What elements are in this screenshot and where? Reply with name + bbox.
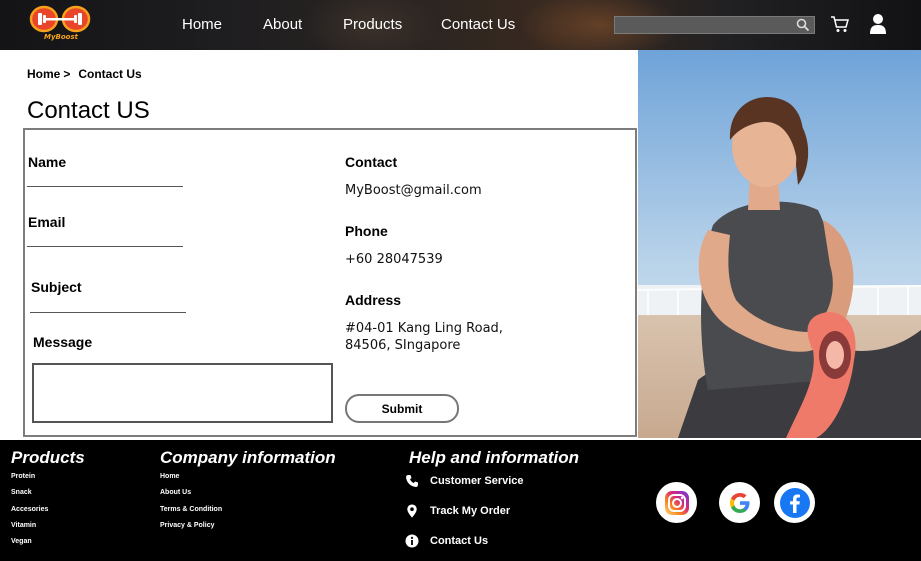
footer-link-vitamin[interactable]: Vitamin bbox=[11, 522, 36, 529]
footer-link-protein[interactable]: Protein bbox=[11, 473, 35, 480]
help-label: Customer Service bbox=[430, 475, 524, 487]
address-line-1: #04-01 Kang Ling Road, bbox=[345, 321, 503, 336]
email-label: Email bbox=[28, 214, 66, 230]
cart-icon[interactable] bbox=[830, 14, 850, 34]
instagram-icon[interactable] bbox=[656, 482, 697, 523]
footer-link-terms[interactable]: Terms & Condition bbox=[160, 506, 222, 513]
breadcrumb: Home > Contact Us bbox=[27, 67, 142, 81]
instagram-glyph bbox=[664, 490, 689, 515]
hero-photo-woman-stretching bbox=[638, 50, 921, 438]
search-icon[interactable] bbox=[796, 18, 810, 32]
breadcrumb-separator: > bbox=[63, 67, 71, 81]
message-textarea[interactable] bbox=[32, 363, 333, 423]
footer-link-privacy[interactable]: Privacy & Policy bbox=[160, 522, 214, 529]
info-icon bbox=[405, 534, 419, 548]
nav-about[interactable]: About bbox=[263, 16, 302, 33]
dumbbell-logo-icon bbox=[29, 5, 91, 33]
user-icon[interactable] bbox=[869, 13, 887, 35]
search-input[interactable] bbox=[614, 16, 815, 34]
footer-link-snack[interactable]: Snack bbox=[11, 489, 32, 496]
subject-label: Subject bbox=[31, 279, 82, 295]
address-label: Address bbox=[345, 292, 402, 308]
site-footer: Products Protein Snack Accesories Vitami… bbox=[0, 440, 921, 561]
footer-products-heading: Products bbox=[11, 448, 85, 467]
footer-link-accesories[interactable]: Accesories bbox=[11, 506, 48, 513]
page-title: Contact US bbox=[27, 97, 150, 124]
location-pin-icon bbox=[407, 504, 417, 518]
facebook-icon[interactable] bbox=[774, 482, 815, 523]
contact-email: MyBoost@gmail.com bbox=[345, 183, 482, 198]
nav-products[interactable]: Products bbox=[343, 16, 402, 33]
address-line-2: 84506, SIngapore bbox=[345, 338, 461, 353]
contact-label: Contact bbox=[345, 154, 398, 170]
phone-icon bbox=[406, 475, 418, 487]
help-item-track-order[interactable]: Track My Order bbox=[405, 504, 545, 520]
email-field[interactable] bbox=[27, 246, 183, 247]
phone-label: Phone bbox=[345, 223, 388, 239]
footer-help-heading: Help and information bbox=[409, 448, 579, 467]
message-label: Message bbox=[33, 334, 93, 350]
subject-field[interactable] bbox=[30, 312, 186, 313]
nav-contact-us[interactable]: Contact Us bbox=[441, 16, 515, 33]
footer-link-vegan[interactable]: Vegan bbox=[11, 538, 32, 545]
contact-phone: +60 28047539 bbox=[345, 252, 443, 267]
myboost-logo[interactable]: MyBoost bbox=[28, 4, 94, 44]
help-item-customer-service[interactable]: Customer Service bbox=[405, 474, 545, 490]
help-label: Contact Us bbox=[430, 535, 489, 547]
footer-link-about-us[interactable]: About Us bbox=[160, 489, 191, 496]
google-glyph bbox=[729, 492, 749, 513]
hero-image bbox=[638, 50, 921, 438]
logo-wordmark: MyBoost bbox=[44, 33, 78, 41]
nav-home[interactable]: Home bbox=[182, 16, 222, 33]
help-label: Track My Order bbox=[430, 505, 511, 517]
name-label: Name bbox=[28, 154, 67, 170]
google-icon[interactable] bbox=[719, 482, 760, 523]
help-item-contact-us[interactable]: Contact Us bbox=[405, 534, 545, 550]
submit-button[interactable]: Submit bbox=[345, 394, 459, 423]
site-header: MyBoost Home About Products Contact Us bbox=[0, 0, 921, 50]
breadcrumb-home[interactable]: Home bbox=[27, 67, 60, 81]
footer-company-heading: Company information bbox=[160, 448, 336, 467]
breadcrumb-current: Contact Us bbox=[78, 67, 142, 81]
footer-link-home[interactable]: Home bbox=[160, 473, 179, 480]
facebook-glyph bbox=[779, 487, 810, 518]
name-field[interactable] bbox=[27, 186, 183, 187]
